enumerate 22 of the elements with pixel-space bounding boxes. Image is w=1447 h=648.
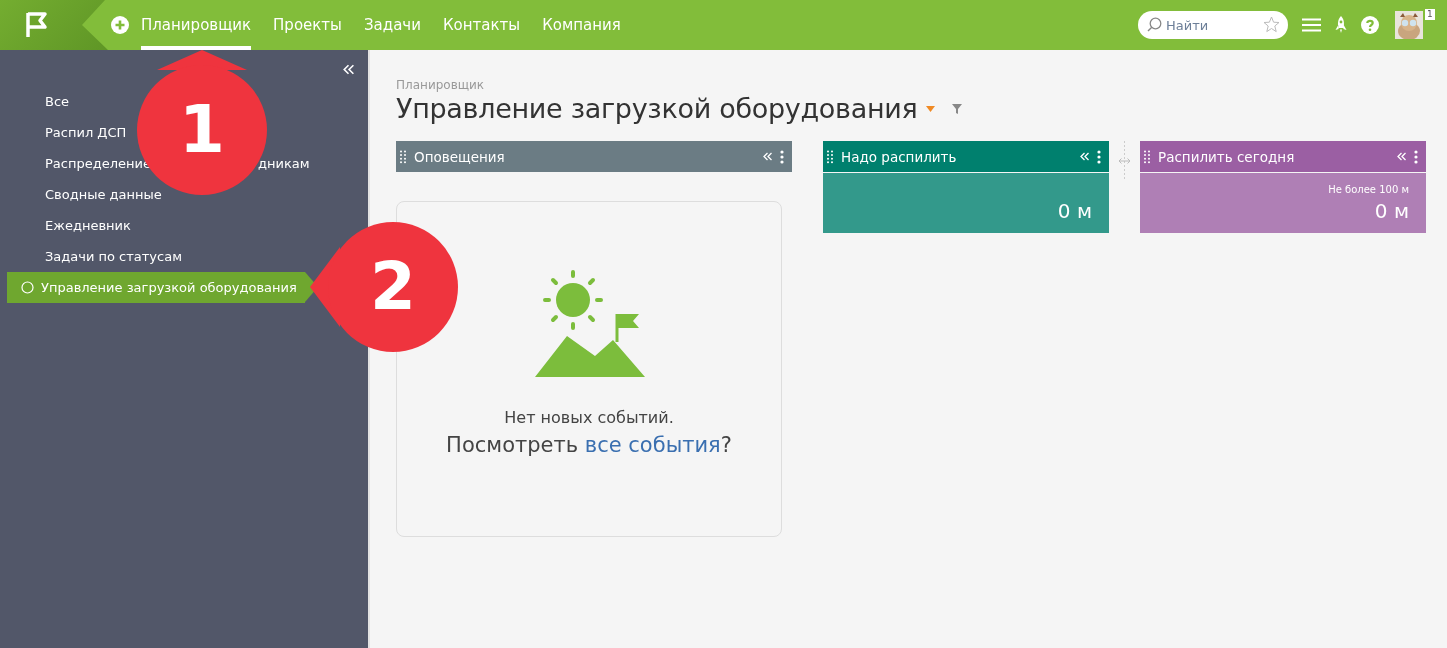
sidebar-item[interactable]: Все xyxy=(45,94,70,109)
callout-number: 2 xyxy=(370,254,416,320)
column-title: Оповещения xyxy=(414,148,506,165)
sidebar-item[interactable]: Управление загрузкой оборудования xyxy=(41,280,297,295)
search-field[interactable]: Найти xyxy=(1138,11,1288,39)
sidebar-item[interactable]: Сводные данные xyxy=(45,187,162,202)
notification-count: 1 xyxy=(1425,9,1435,20)
metric-note: Не более 100 м xyxy=(1328,184,1409,195)
breadcrumb[interactable]: Планировщик xyxy=(396,78,485,92)
column-title: Распилить сегодня xyxy=(1158,148,1296,165)
sidebar-item[interactable]: Ежедневник xyxy=(45,218,131,233)
metric-value: 0 м xyxy=(1057,199,1092,223)
empty-prompt: Посмотреть все события? xyxy=(446,433,732,457)
metric-value: 0 м xyxy=(1374,199,1409,223)
sidebar-item[interactable]: Распил ДСП xyxy=(45,125,127,140)
page-title: Управление загрузкой оборудования xyxy=(396,93,918,124)
empty-message: Нет новых событий. xyxy=(504,408,674,427)
sidebar-item[interactable]: Задачи по статусам xyxy=(45,249,182,264)
all-events-link[interactable]: все события xyxy=(584,433,721,457)
sidebar-item-text[interactable]: дникам xyxy=(257,156,310,171)
callout-number: 1 xyxy=(179,97,225,163)
column-title: Надо распилить xyxy=(841,148,958,165)
